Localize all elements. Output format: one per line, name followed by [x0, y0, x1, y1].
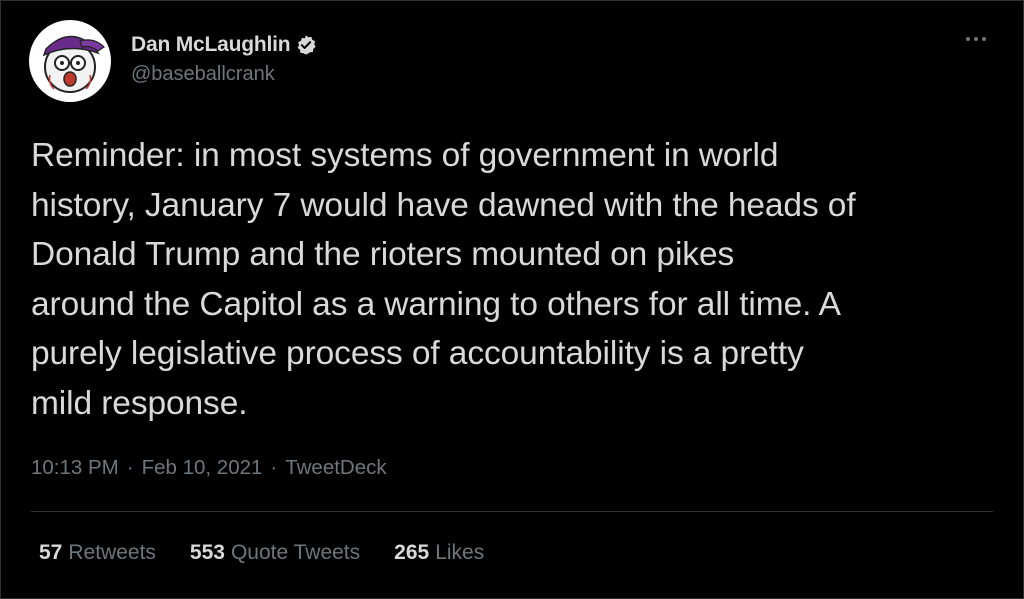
tweet-date[interactable]: Feb 10, 2021 — [142, 456, 263, 480]
retweets-stat[interactable]: 57 Retweets — [39, 541, 156, 565]
meta-separator: · — [126, 456, 134, 479]
quote-tweets-stat[interactable]: 553 Quote Tweets — [190, 541, 360, 565]
more-dots-svg — [966, 37, 986, 41]
meta-separator: · — [270, 456, 278, 479]
tweet-text: Reminder: in most systems of government … — [31, 137, 856, 422]
more-dots-icon[interactable] — [959, 27, 993, 51]
tweet-source[interactable]: TweetDeck — [285, 456, 386, 480]
author-name-row[interactable]: Dan McLaughlin — [131, 31, 317, 59]
avatar[interactable] — [28, 19, 112, 103]
cartoon-baseball-face-avatar-icon — [29, 20, 111, 102]
likes-label: Likes — [435, 541, 485, 564]
tweet-card: Dan McLaughlin @baseballcrank Reminder: … — [0, 0, 1024, 599]
retweets-count: 57 — [39, 541, 63, 564]
quote-tweets-label: Quote Tweets — [230, 541, 361, 564]
quote-tweets-count: 553 — [189, 541, 225, 564]
tweet-stats: 57 Retweets 553 Quote Tweets 265 Likes — [39, 541, 518, 565]
likes-count: 265 — [394, 541, 430, 564]
display-name[interactable]: Dan McLaughlin — [131, 33, 291, 57]
likes-stat[interactable]: 265 Likes — [394, 541, 484, 565]
retweets-label: Retweets — [68, 541, 156, 564]
verified-badge-icon — [298, 35, 316, 55]
divider — [31, 511, 993, 512]
tweet-time[interactable]: 10:13 PM — [31, 456, 119, 480]
tweet-metadata: 10:13 PM · Feb 10, 2021 · TweetDeck — [31, 456, 387, 480]
author-handle[interactable]: @baseballcrank — [131, 63, 275, 86]
